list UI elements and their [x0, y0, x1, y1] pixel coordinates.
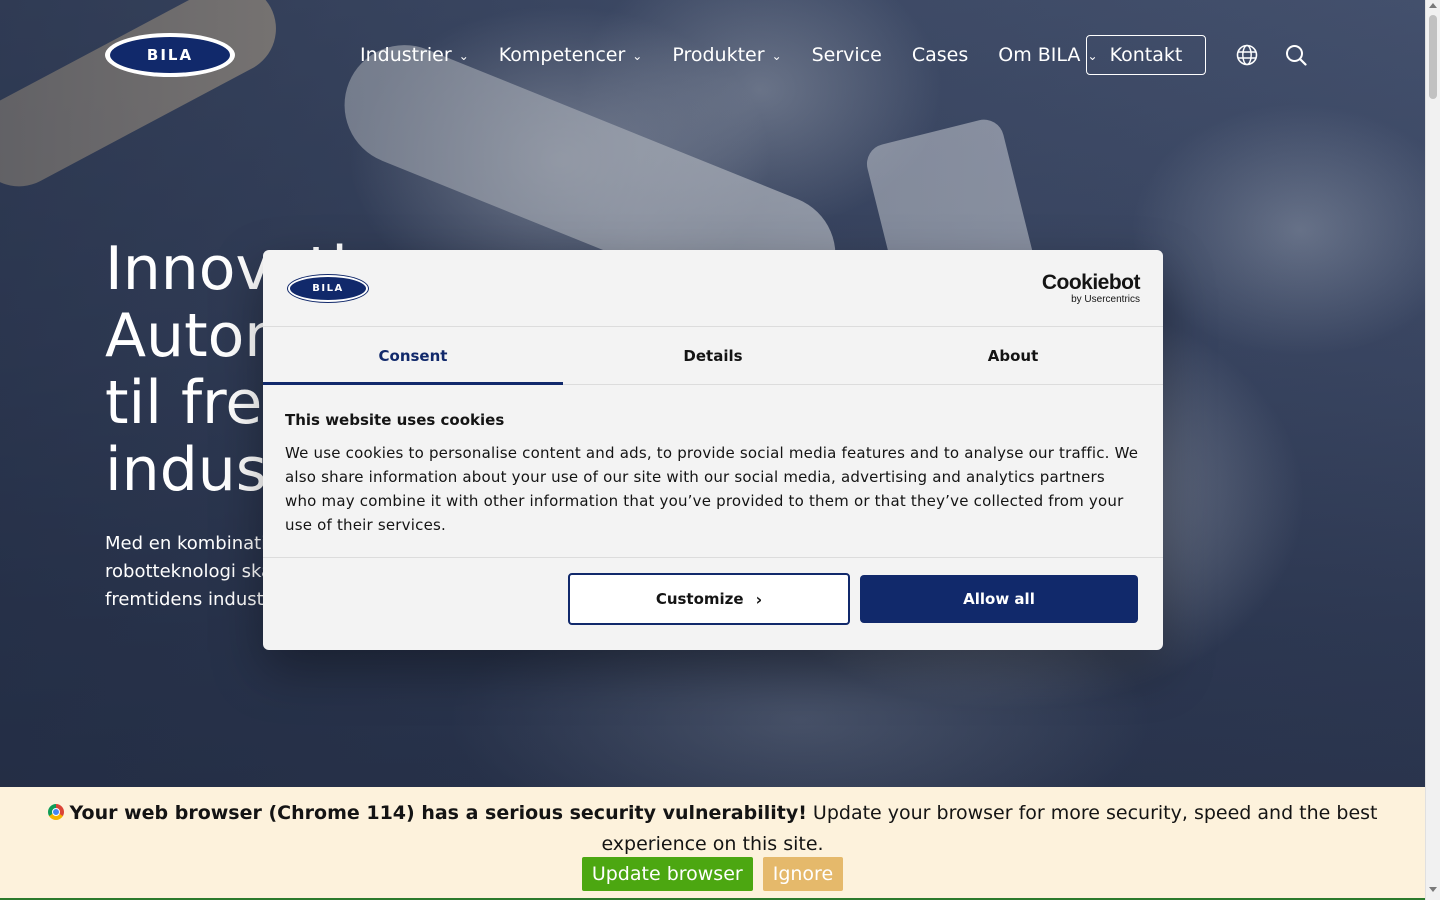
- ignore-button[interactable]: Ignore: [762, 857, 844, 891]
- nav-item-produkter[interactable]: Produkter ⌄: [672, 44, 781, 66]
- chevron-down-icon: ⌄: [632, 49, 643, 63]
- chevron-down-icon: ⌄: [458, 49, 469, 63]
- scrollbar-thumb[interactable]: [1429, 15, 1437, 99]
- nav-item-om-bila[interactable]: Om BILA ⌄: [998, 44, 1097, 66]
- cookiebot-brand: Cookiebot: [1041, 271, 1141, 294]
- cookie-consent-dialog: BILA Cookiebot by Usercentrics Consent D…: [263, 250, 1163, 650]
- tab-details[interactable]: Details: [563, 327, 863, 384]
- nav-item-label: Produkter: [672, 44, 765, 66]
- update-actions: Update browser Ignore: [0, 857, 1425, 891]
- nav-item-label: Cases: [911, 44, 969, 66]
- nav-item-kompetencer[interactable]: Kompetencer ⌄: [499, 44, 643, 66]
- search-icon[interactable]: [1285, 44, 1307, 66]
- chevron-right-icon: ›: [755, 589, 763, 609]
- cookie-actions: Customize › Allow all: [263, 558, 1163, 650]
- cookie-dialog-body: This website uses cookies We use cookies…: [263, 385, 1163, 558]
- chevron-down-icon: ⌄: [771, 49, 782, 63]
- tab-about[interactable]: About: [863, 327, 1163, 384]
- cookie-dialog-header: BILA Cookiebot by Usercentrics: [263, 250, 1163, 327]
- browser-update-bar: Your web browser (Chrome 114) has a seri…: [0, 787, 1425, 900]
- nav-item-service[interactable]: Service: [812, 44, 882, 66]
- nav-item-label: Kompetencer: [498, 44, 626, 66]
- cookie-heading: This website uses cookies: [285, 411, 505, 429]
- scroll-down-icon[interactable]: [1429, 887, 1437, 892]
- cookiebot-brand-sub: by Usercentrics: [1071, 294, 1140, 305]
- nav-item-label: Industrier: [360, 44, 452, 66]
- cookiebot-logo[interactable]: Cookiebot by Usercentrics: [1041, 271, 1141, 306]
- nav-item-label: Om BILA: [998, 44, 1081, 66]
- nav-item-industrier[interactable]: Industrier ⌄: [360, 44, 469, 66]
- allow-all-button[interactable]: Allow all: [860, 575, 1138, 623]
- nav-item-cases[interactable]: Cases: [912, 44, 968, 66]
- tab-consent[interactable]: Consent: [263, 327, 563, 385]
- bila-logo: BILA: [288, 275, 368, 302]
- page-scrollbar[interactable]: [1425, 0, 1440, 900]
- main-nav: Industrier ⌄ Kompetencer ⌄ Produkter ⌄ Serv…: [360, 36, 1128, 74]
- nav-item-label: Service: [811, 44, 882, 66]
- cookie-description: We use cookies to personalise content an…: [285, 444, 1139, 534]
- customize-label: Customize: [655, 590, 744, 608]
- chrome-icon: [47, 804, 64, 820]
- update-message: Your web browser (Chrome 114) has a seri…: [0, 787, 1425, 860]
- update-browser-button[interactable]: Update browser: [581, 857, 753, 891]
- cookie-tabs: Consent Details About: [263, 327, 1163, 385]
- globe-icon[interactable]: [1236, 44, 1258, 66]
- contact-button[interactable]: Kontakt: [1086, 35, 1206, 75]
- bila-logo[interactable]: BILA: [105, 33, 235, 77]
- update-warning-bold: Your web browser (Chrome 114) has a seri…: [69, 802, 807, 824]
- customize-button[interactable]: Customize ›: [568, 573, 850, 625]
- logo-text: BILA: [110, 37, 230, 73]
- scroll-up-icon[interactable]: [1429, 3, 1437, 8]
